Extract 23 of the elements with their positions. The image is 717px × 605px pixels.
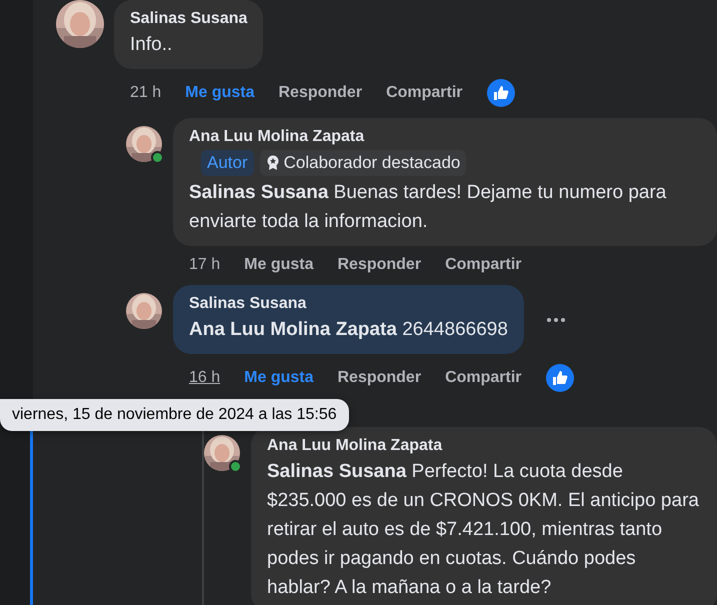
author-badge: Autor (201, 150, 254, 176)
comment-time[interactable]: 17 h (189, 256, 220, 274)
like-link[interactable]: Me gusta (185, 84, 254, 102)
comment-author[interactable]: Salinas Susana (130, 8, 248, 30)
comment-text: Info.. (130, 33, 174, 57)
comment-author[interactable]: Ana Luu Molina Zapata (267, 435, 701, 457)
share-link[interactable]: Compartir (386, 84, 463, 102)
top-contributor-badge: Colaborador destacado (260, 150, 466, 176)
share-link[interactable]: Compartir (445, 256, 522, 274)
comment-text: Ana Luu Molina Zapata 2644866698 (189, 318, 508, 342)
comment-author[interactable]: Salinas Susana (189, 293, 508, 315)
comment-author[interactable]: Ana Luu Molina Zapata (189, 126, 701, 148)
comment-time[interactable]: 21 h (130, 84, 162, 102)
reply-link[interactable]: Responder (337, 369, 422, 387)
reply-link[interactable]: Responder (278, 84, 362, 102)
date-tooltip: viernes, 15 de noviembre de 2024 a las 15:56 (0, 399, 349, 431)
comment-text: Salinas Susana Perfecto! La cuota desde $235.000 es de un CRONOS 0KM. El anticipo para retirar el auto es de $7.421.100, mientras tanto podes ir pagando en cuotas. Cuándo podes hablar? A la mañana o a la tarde? (267, 460, 700, 600)
comment-time[interactable]: 16 h (189, 369, 220, 387)
share-link[interactable]: Compartir (445, 369, 522, 387)
like-link[interactable]: Me gusta (244, 256, 314, 274)
comment-text: Salinas Susana Buenas tardes! Dejame tu numero para enviarte toda la informacion. (189, 181, 668, 234)
like-link[interactable]: Me gusta (244, 369, 314, 387)
reply-link[interactable]: Responder (337, 256, 422, 274)
